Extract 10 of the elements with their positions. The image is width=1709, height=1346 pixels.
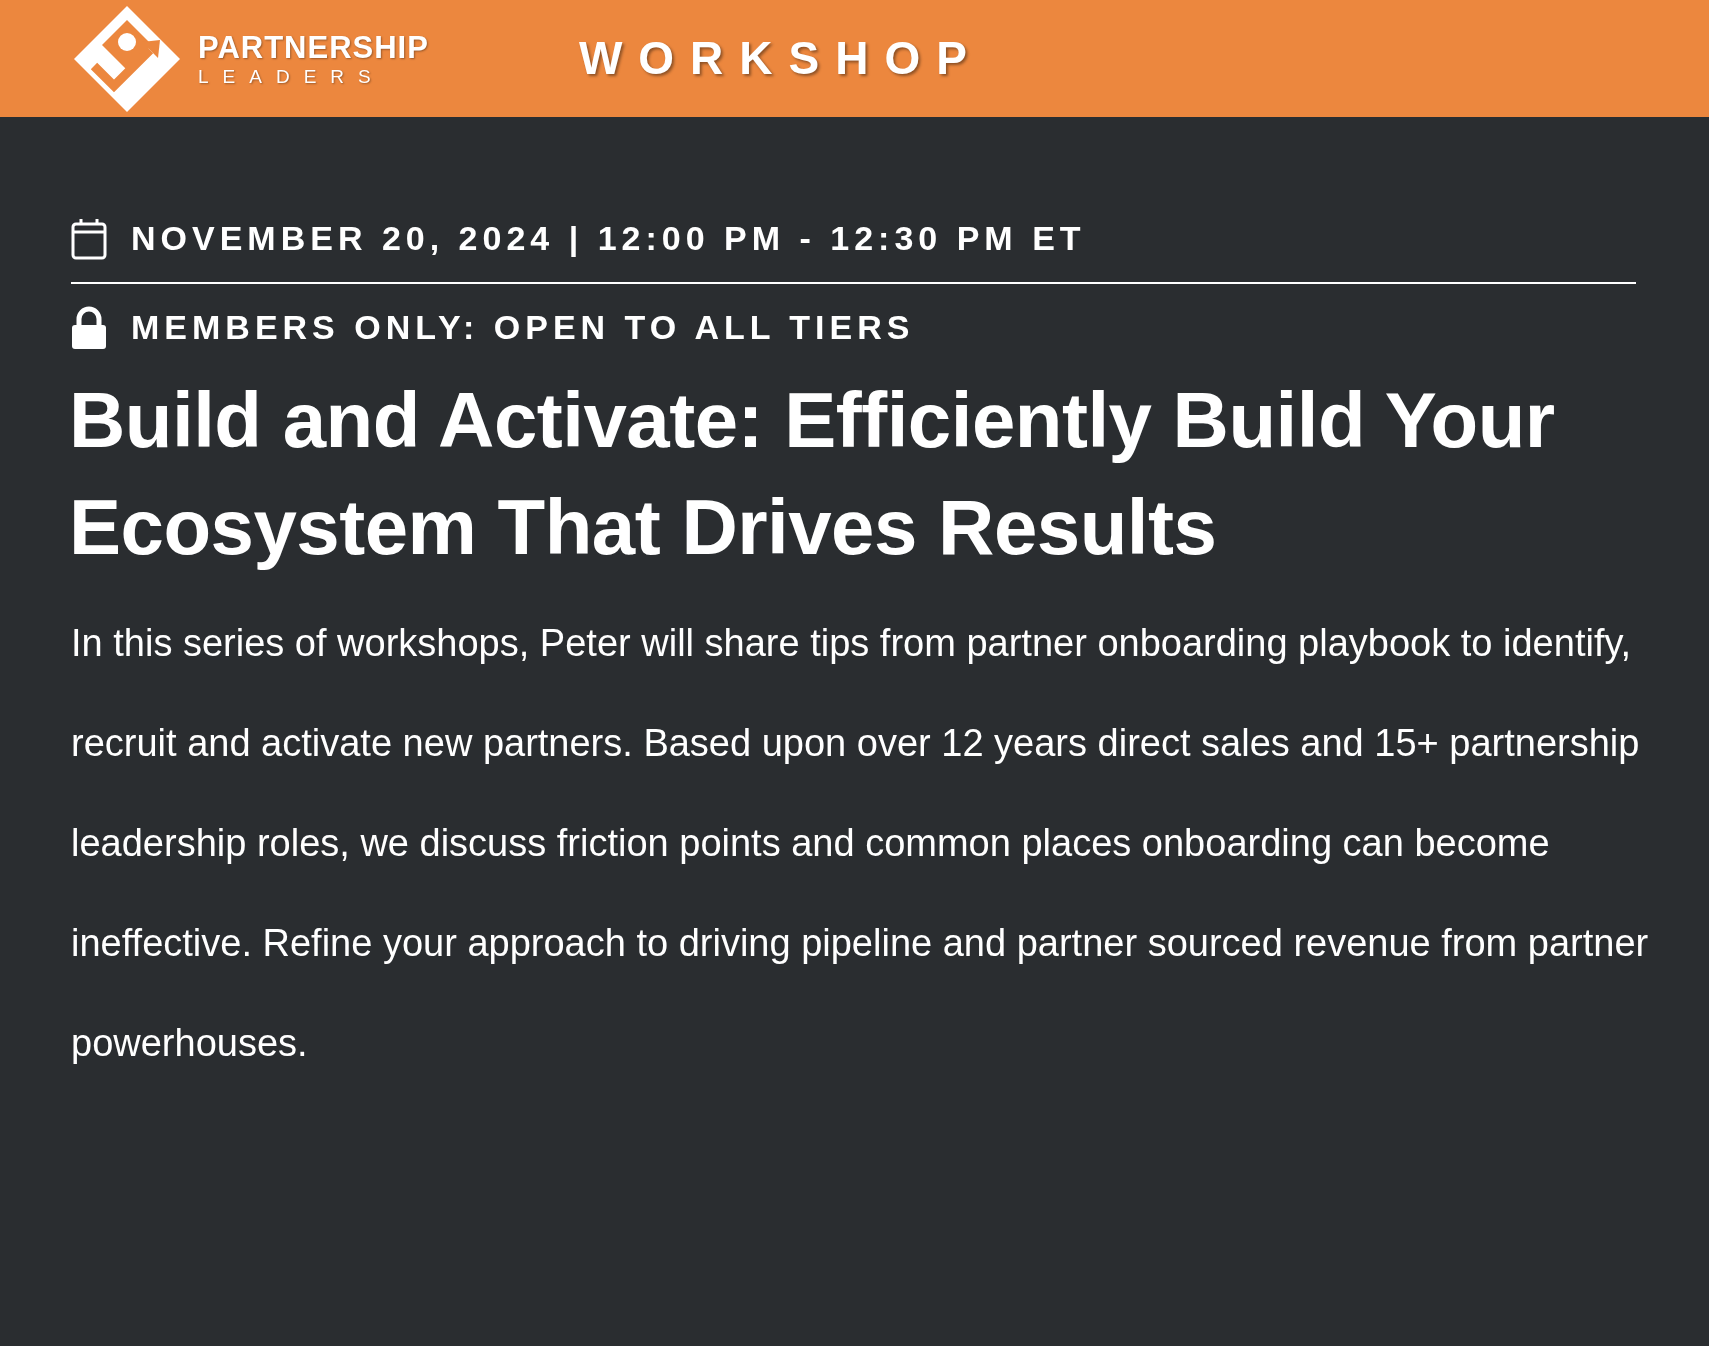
event-title: Build and Activate: Efficiently Build Your Ecosystem That Drives Results [69, 375, 1556, 573]
access-label: MEMBERS ONLY: OPEN TO ALL TIERS [131, 307, 915, 348]
brand-subtitle: LEADERS [198, 66, 386, 86]
section-label: WORKSHOP [578, 31, 983, 86]
brand-name: PARTNERSHIP [198, 31, 429, 63]
lock-icon [71, 305, 107, 350]
calendar-icon [71, 217, 107, 260]
event-date: NOVEMBER 20, 2024 | 12:00 PM - 12:30 PM ET [131, 218, 1086, 259]
event-description: In this series of workshops, Peter will share tips from partner onboarding playbook to identify, recruit and activate new partners. Based upon over 12 years direct sales and 15+ partnership leadership roles, we discuss friction points and common places onboarding can become ineffective. Refine your approach to driving pipeline and partner sourced revenue from partner powerhouses. [71, 620, 1650, 1066]
logo-icon [72, 3, 182, 114]
